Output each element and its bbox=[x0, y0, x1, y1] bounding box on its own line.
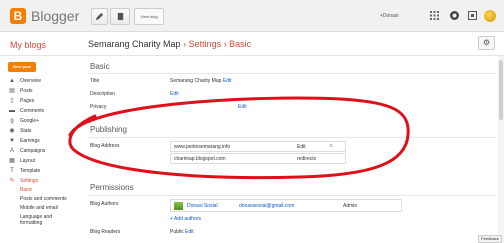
share-icon[interactable] bbox=[468, 11, 477, 20]
publishing-heading: Publishing bbox=[90, 125, 127, 134]
readers-public-value: Public bbox=[170, 229, 184, 235]
breadcrumb: Semarang Charity Map › Settings › Basic bbox=[88, 39, 251, 49]
address-edit-link[interactable]: Edit bbox=[297, 144, 306, 150]
redirects-label: redirects bbox=[297, 156, 317, 162]
overview-icon: ▲ bbox=[9, 78, 15, 84]
notifications-icon[interactable] bbox=[450, 11, 459, 20]
template-icon: T bbox=[10, 168, 14, 174]
gear-icon[interactable]: ⚙ bbox=[478, 36, 495, 50]
pages-icon bbox=[117, 12, 123, 21]
divider bbox=[88, 195, 496, 196]
blog-authors-label: Blog Authors bbox=[90, 201, 119, 207]
sidebar-item-template[interactable]: T Template bbox=[8, 167, 88, 175]
title-edit-link[interactable]: Edit bbox=[223, 78, 232, 84]
sidebar-item-label: Earnings bbox=[20, 138, 40, 144]
privacy-edit-link[interactable]: Edit bbox=[238, 104, 247, 110]
privacy-label: Privacy bbox=[90, 104, 107, 110]
primary-address-value: www.peritosemarang.info bbox=[174, 144, 231, 150]
breadcrumb-current: Basic bbox=[229, 39, 252, 49]
campaigns-icon: A bbox=[9, 148, 14, 154]
wrench-icon: ✎ bbox=[9, 178, 15, 184]
sidebar-item-posts[interactable]: ▤ Posts bbox=[8, 87, 88, 95]
sidebar-item-comments[interactable]: ▬ Comments bbox=[8, 107, 88, 115]
add-authors-link[interactable]: + Add authors bbox=[170, 216, 201, 222]
close-icon[interactable]: × bbox=[329, 143, 333, 150]
sidebar-item-label: Overview bbox=[20, 78, 41, 84]
sidebar-item-label: Pages bbox=[20, 98, 35, 104]
user-name-link[interactable]: +Donasi bbox=[380, 13, 398, 19]
sidebar-subitem-basic[interactable]: Basic bbox=[20, 187, 32, 194]
sidebar-subitem-posts-comments[interactable]: Posts and comments bbox=[20, 196, 67, 203]
breadcrumb-separator: › bbox=[223, 39, 227, 49]
description-label: Description bbox=[90, 91, 116, 97]
sidebar-item-settings[interactable]: ✎ Settings bbox=[8, 177, 88, 185]
my-blogs-link[interactable]: My blogs bbox=[10, 40, 46, 50]
sidebar-item-label: Google+ bbox=[20, 118, 40, 124]
pages-menu-button[interactable] bbox=[110, 8, 130, 25]
sidebar-item-label: Campaigns bbox=[20, 148, 46, 154]
sidebar-subitem-mobile-email[interactable]: Mobile and email bbox=[20, 205, 58, 212]
sidebar-item-google-plus[interactable]: g Google+ bbox=[8, 117, 88, 125]
apps-grid-icon[interactable] bbox=[430, 11, 439, 20]
sidebar-item-label: Settings bbox=[20, 178, 39, 184]
author-name[interactable]: Donasi Sosial bbox=[187, 203, 218, 209]
blogger-logo-icon[interactable]: B bbox=[10, 8, 26, 24]
readers-edit-link[interactable]: Edit bbox=[185, 229, 194, 235]
feedback-button[interactable]: Feedback bbox=[478, 235, 502, 243]
breadcrumb-separator: › bbox=[183, 39, 187, 49]
author-row: Donasi Sosial donasisosial@gmail.com Adm… bbox=[170, 199, 402, 212]
blog-title-value: Semarang Charity Map bbox=[170, 78, 222, 84]
sidebar-item-overview[interactable]: ▲ Overview bbox=[8, 77, 88, 85]
google-plus-icon: g bbox=[10, 118, 14, 124]
permissions-heading: Permissions bbox=[90, 183, 134, 192]
sidebar-item-earnings[interactable]: ▼ Earnings bbox=[8, 137, 88, 145]
divider bbox=[88, 137, 496, 138]
sidebar-item-label: Posts bbox=[20, 88, 33, 94]
pages-icon: ▯ bbox=[10, 98, 14, 104]
scrollbar-thumb[interactable] bbox=[499, 60, 503, 120]
sidebar-item-label: Comments bbox=[20, 108, 45, 114]
sidebar-subitem-formatting[interactable]: formatting bbox=[20, 220, 42, 227]
title-value: Semarang Charity Map Edit bbox=[170, 78, 231, 84]
sidebar-item-layout[interactable]: ▦ Layout bbox=[8, 157, 88, 165]
avatar[interactable] bbox=[484, 10, 496, 22]
layout-icon: ▦ bbox=[9, 158, 15, 164]
blog-readers-value: Public Edit bbox=[170, 229, 194, 235]
app-title[interactable]: Blogger bbox=[31, 8, 79, 24]
title-label: Title bbox=[90, 78, 100, 84]
sidebar-item-campaigns[interactable]: A Campaigns bbox=[8, 147, 88, 155]
sidebar-item-label: Stats bbox=[20, 128, 32, 134]
posts-icon: ▤ bbox=[9, 88, 15, 94]
divider bbox=[0, 55, 504, 56]
divider bbox=[88, 73, 496, 74]
secondary-address-value: charimap.blogspot.com bbox=[174, 156, 226, 162]
sidebar-item-stats[interactable]: ◉ Stats bbox=[8, 127, 88, 135]
new-post-button[interactable]: New post bbox=[8, 62, 36, 72]
sidebar-item-label: Template bbox=[20, 168, 41, 174]
secondary-address-row: charimap.blogspot.com redirects bbox=[170, 153, 346, 164]
blog-address-label: Blog Address bbox=[90, 143, 120, 149]
sidebar-item-label: Layout bbox=[20, 158, 36, 164]
blog-readers-label: Blog Readers bbox=[90, 229, 121, 235]
avatar bbox=[174, 202, 183, 210]
author-email[interactable]: donasisosial@gmail.com bbox=[239, 203, 294, 209]
earnings-icon: ▼ bbox=[9, 138, 15, 144]
comments-icon: ▬ bbox=[9, 108, 15, 114]
basic-heading: Basic bbox=[90, 62, 110, 71]
view-blog-button[interactable]: View blog bbox=[134, 8, 164, 25]
author-role[interactable]: Admin bbox=[343, 203, 357, 209]
primary-address-row: www.peritosemarang.info Edit × bbox=[170, 141, 346, 152]
sidebar-item-pages[interactable]: ▯ Pages bbox=[8, 97, 88, 105]
new-post-pencil-button[interactable] bbox=[91, 8, 108, 25]
breadcrumb-blog-name[interactable]: Semarang Charity Map bbox=[88, 39, 181, 49]
description-edit-link[interactable]: Edit bbox=[170, 91, 179, 97]
stats-icon: ◉ bbox=[9, 128, 15, 134]
privacy-value: Edit bbox=[238, 104, 247, 110]
breadcrumb-settings[interactable]: Settings bbox=[189, 39, 222, 49]
top-bar: B Blogger View blog +Donasi bbox=[0, 0, 504, 32]
pencil-icon bbox=[95, 12, 104, 21]
